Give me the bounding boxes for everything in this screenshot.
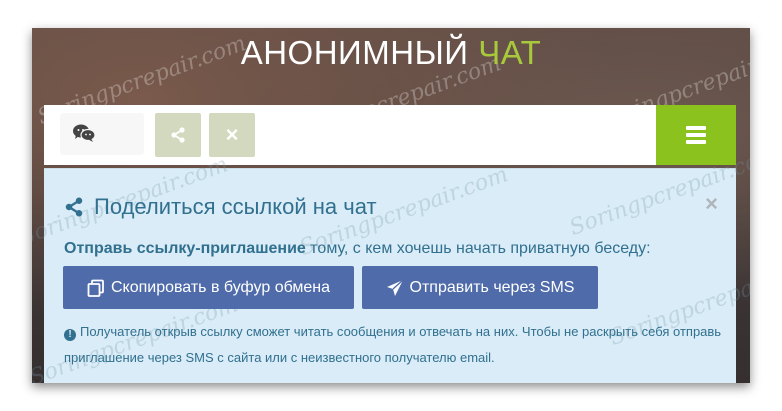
- copy-to-clipboard-button[interactable]: Скопировать в буфур обмена: [63, 266, 354, 309]
- site-title: АНОНИМНЫЙ ЧАТ: [32, 34, 750, 72]
- chat-identity[interactable]: [60, 113, 144, 155]
- wechat-bubbles-icon: [73, 124, 96, 142]
- info-icon: !: [64, 329, 76, 341]
- chat-window: Soringpcrepair.com Soringpcrepair.com So…: [32, 28, 750, 383]
- share-panel: Soringpcrepair.com Soringpcrepair.com So…: [32, 142, 750, 383]
- send-sms-button[interactable]: Отправить через SMS: [362, 266, 598, 309]
- chat-toolbar: ×: [44, 105, 736, 165]
- hamburger-icon: [686, 123, 706, 147]
- invite-text-rest: тому, с кем хочешь начать приватную бесе…: [305, 240, 651, 257]
- paper-plane-icon: [386, 278, 404, 297]
- invite-text-bold: Отправь ссылку-приглашение: [64, 240, 306, 257]
- site-title-main: АНОНИМНЫЙ: [240, 34, 469, 71]
- copy-button-label: Скопировать в буфур обмена: [110, 278, 331, 296]
- panel-title: Поделиться ссылкой на чат: [64, 194, 377, 220]
- privacy-note: ! Получатель открыв ссылку сможет читать …: [64, 319, 724, 371]
- privacy-note-text: Получатель открыв ссылку сможет читать с…: [64, 324, 722, 365]
- menu-button[interactable]: [656, 105, 736, 165]
- share-icon: [171, 127, 185, 143]
- panel-title-text: Поделиться ссылкой на чат: [94, 194, 377, 219]
- copy-icon: [87, 279, 105, 297]
- site-title-accent: ЧАТ: [478, 34, 542, 71]
- close-chat-button[interactable]: ×: [209, 113, 255, 157]
- invite-text: Отправь ссылку-приглашение тому, с кем х…: [64, 240, 651, 258]
- sms-button-label: Отправить через SMS: [409, 278, 575, 296]
- share-button[interactable]: [155, 113, 201, 157]
- panel-close-button[interactable]: ×: [705, 191, 718, 217]
- share-icon: [65, 197, 83, 217]
- close-icon: ×: [225, 122, 239, 147]
